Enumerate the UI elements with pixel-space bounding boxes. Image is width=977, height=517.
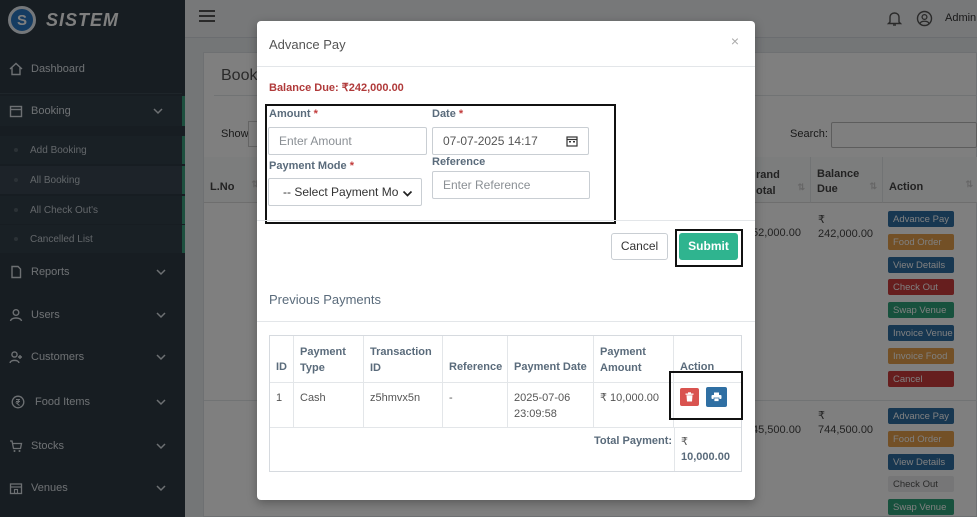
date-value: 07-07-2025 14:17	[443, 134, 538, 148]
reference-input[interactable]: Enter Reference	[432, 171, 590, 199]
date-label: Date *	[432, 108, 463, 120]
total-payment-label: Total Payment:	[594, 435, 673, 447]
date-label-text: Date	[432, 108, 456, 120]
required-mark: *	[313, 108, 318, 120]
payment-mode-select[interactable]: -- Select Payment Mo	[268, 178, 422, 206]
modal-divider	[257, 66, 755, 67]
amount-label-text: Amount	[269, 108, 311, 120]
reference-cell: -	[443, 382, 508, 427]
modal-title: Advance Pay	[269, 37, 346, 52]
reference-label: Reference	[432, 156, 486, 168]
balance-due: Balance Due: ₹242,000.00	[269, 82, 404, 94]
payment-mode-value: -- Select Payment Mo	[283, 185, 399, 199]
column-header-payment-amount: Payment Amount	[594, 336, 674, 382]
payment-date-cell: 2025-07-06 23:09:58	[508, 382, 594, 427]
column-header-transaction-id: Transaction ID	[364, 336, 443, 382]
total-payment-value: 10,000.00	[681, 451, 730, 463]
total-payment-symbol: ₹	[681, 436, 688, 448]
trash-icon	[685, 392, 694, 402]
payment-mode-label: Payment Mode *	[269, 160, 354, 172]
column-header-reference: Reference	[443, 336, 508, 382]
chevron-down-icon	[402, 190, 413, 197]
close-icon[interactable]: ×	[731, 33, 739, 49]
transaction-id-cell: z5hmvx5n	[364, 382, 443, 427]
column-header-id: ID	[270, 336, 294, 382]
cell-divider	[674, 427, 675, 471]
amount-input[interactable]: Enter Amount	[268, 127, 427, 155]
column-header-payment-type: Payment Type	[294, 336, 364, 382]
submit-button[interactable]: Submit	[679, 233, 738, 260]
previous-payments-title: Previous Payments	[269, 292, 381, 307]
payment-type-cell: Cash	[294, 382, 364, 427]
row-divider	[270, 427, 741, 428]
required-mark: *	[349, 160, 354, 172]
date-input[interactable]: 07-07-2025 14:17	[432, 127, 589, 155]
cancel-button[interactable]: Cancel	[611, 233, 668, 260]
payment-amount-cell: ₹ 10,000.00	[594, 382, 674, 427]
modal-divider	[257, 220, 755, 221]
amount-label: Amount *	[269, 108, 318, 120]
calendar-icon[interactable]	[566, 135, 578, 147]
payment-id-cell: 1	[270, 382, 294, 427]
payment-mode-label-text: Payment Mode	[269, 160, 347, 172]
modal-divider	[257, 321, 755, 322]
delete-payment-button[interactable]	[680, 388, 699, 406]
print-payment-button[interactable]	[706, 387, 727, 407]
printer-icon	[711, 392, 722, 402]
column-header-payment-date: Payment Date	[508, 336, 594, 382]
advance-pay-modal: Advance Pay × Balance Due: ₹242,000.00 A…	[257, 21, 755, 500]
required-mark: *	[458, 108, 464, 120]
